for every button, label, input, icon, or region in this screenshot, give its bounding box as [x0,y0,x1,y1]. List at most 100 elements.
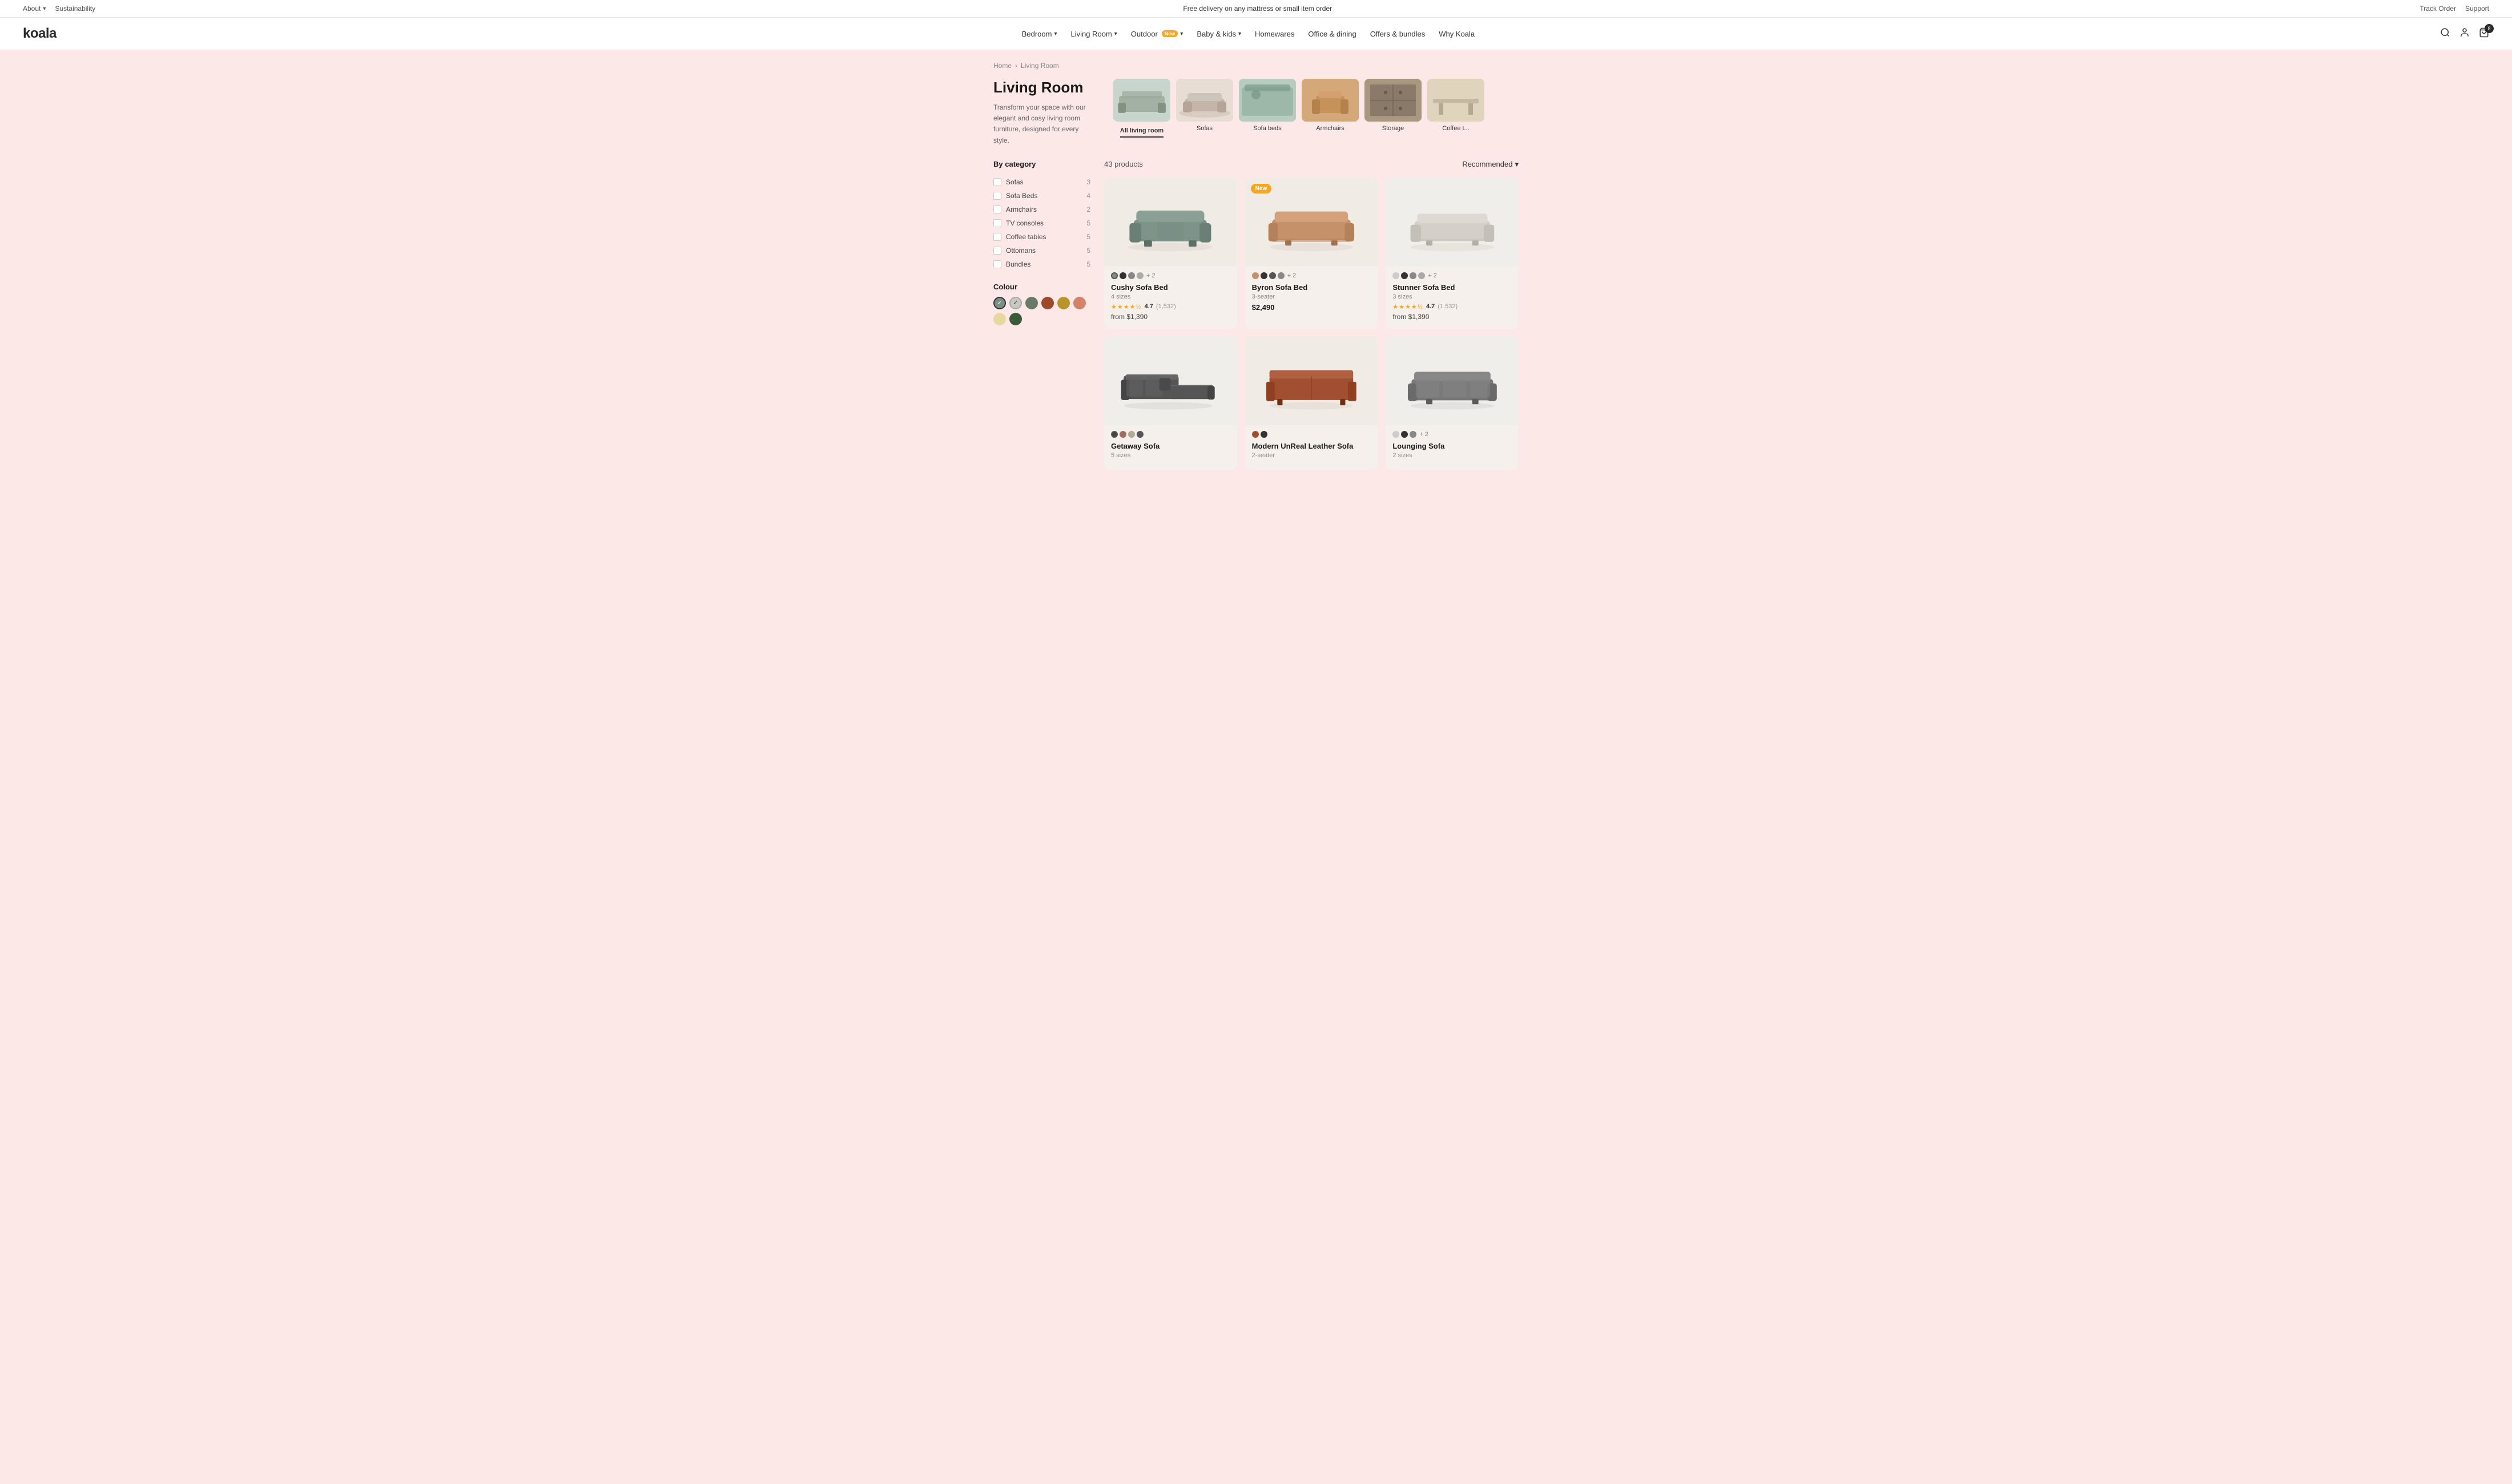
product-size-getaway: 5 sizes [1111,452,1230,459]
product-img-modern [1245,337,1378,425]
colour-swatch-4[interactable] [1057,297,1070,309]
filter-armchairs-label: Armchairs [1006,205,1037,213]
category-all-living-room[interactable]: All living room [1113,79,1170,146]
product-size-cushy: 4 sizes [1111,293,1230,300]
filter-coffee-tables-label: Coffee tables [1006,233,1046,241]
more-colours-byron: + 2 [1287,272,1297,279]
colour-swatches: ✓ ✓ [993,297,1090,325]
category-storage[interactable]: Storage [1364,79,1422,146]
colour-dot-s3 [1410,272,1416,279]
filter-armchairs-checkbox[interactable] [993,205,1001,213]
product-card-byron-sofa-bed[interactable]: New [1245,178,1378,329]
colour-swatch-5[interactable] [1073,297,1086,309]
new-badge-byron: New [1251,184,1272,193]
product-card-lounging-sofa[interactable]: + 2 Lounging Sofa 2 sizes [1386,337,1519,470]
sustainability-link[interactable]: Sustainability [55,5,95,13]
filter-coffee-tables-checkbox[interactable] [993,233,1001,241]
sidebar: By category Sofas 3 Sofa B [993,160,1090,470]
product-size-modern: 2-seater [1252,452,1371,459]
top-bar: About ▾ Sustainability Free delivery on … [0,0,2512,18]
filter-ottomans-count: 5 [1086,247,1090,255]
product-card-stunner-sofa-bed[interactable]: + 2 Stunner Sofa Bed 3 sizes ★★★★½ 4.7 (… [1386,178,1519,329]
product-colours-stunner: + 2 [1392,272,1512,279]
about-label: About [23,5,41,13]
nav-living-room[interactable]: Living Room ▾ [1071,30,1117,38]
filter-bundles[interactable]: Bundles 5 [993,257,1090,271]
products-count: 43 products [1104,160,1143,168]
stars-cushy: ★★★★½ [1111,303,1142,310]
colour-swatch-2[interactable] [1025,297,1038,309]
colour-swatch-3[interactable] [1041,297,1054,309]
nav-office-dining[interactable]: Office & dining [1308,30,1356,38]
more-colours-stunner: + 2 [1428,272,1437,279]
product-info-byron: + 2 Byron Sofa Bed 3-seater $2,490 [1245,267,1378,320]
nav-bedroom[interactable]: Bedroom ▾ [1022,30,1057,38]
nav-offers[interactable]: Offers & bundles [1370,30,1426,38]
category-images: All living room Sofas [1113,79,1519,146]
filter-armchairs[interactable]: Armchairs 2 [993,203,1090,216]
product-img-cushy [1104,178,1237,267]
colour-filter: Colour ✓ ✓ [993,283,1090,325]
cat-img-all [1113,79,1170,122]
product-info-cushy: + 2 Cushy Sofa Bed 4 sizes ★★★★½ 4.7 (1,… [1104,267,1237,329]
filter-ottomans-label: Ottomans [1006,247,1036,255]
product-info-getaway: Getaway Sofa 5 sizes [1104,425,1237,470]
product-colours-getaway [1111,431,1230,438]
filter-bundles-checkbox[interactable] [993,260,1001,268]
category-coffee-tables[interactable]: Coffee t... [1427,79,1484,146]
colour-dot-b4 [1278,272,1285,279]
products-area: 43 products Recommended ▾ [1104,160,1519,470]
account-icon[interactable] [2459,27,2470,41]
sustainability-label: Sustainability [55,5,95,13]
category-armchairs[interactable]: Armchairs [1302,79,1359,146]
cat-label-sofas: Sofas [1176,125,1233,134]
colour-swatch-1[interactable]: ✓ [1009,297,1022,309]
filter-sofas-count: 3 [1086,178,1090,186]
filter-tv-consoles-checkbox[interactable] [993,219,1001,227]
logo[interactable]: koala [23,26,57,42]
colour-dot-s2 [1401,272,1408,279]
product-card-getaway-sofa[interactable]: Getaway Sofa 5 sizes [1104,337,1237,470]
filter-sofa-beds[interactable]: Sofa Beds 4 [993,189,1090,203]
stars-stunner: ★★★★½ [1392,303,1423,310]
rating-count-cushy: (1,532) [1156,303,1176,310]
support-link[interactable]: Support [2465,5,2489,13]
track-order-link[interactable]: Track Order [2420,5,2456,13]
colour-swatch-7[interactable] [1009,313,1022,325]
breadcrumb-home[interactable]: Home [993,62,1012,70]
product-card-cushy-sofa-bed[interactable]: + 2 Cushy Sofa Bed 4 sizes ★★★★½ 4.7 (1,… [1104,178,1237,329]
cart-icon[interactable]: 8 [2479,27,2489,41]
about-link[interactable]: About ▾ [23,5,46,13]
product-img-lounging [1386,337,1519,425]
product-price-cushy: from $1,390 [1111,313,1230,321]
product-rating-cushy: ★★★★½ 4.7 (1,532) [1111,303,1230,310]
sort-dropdown[interactable]: Recommended ▾ [1462,160,1519,169]
colour-swatch-0[interactable]: ✓ [993,297,1006,309]
filter-ottomans-checkbox[interactable] [993,247,1001,255]
filter-bundles-count: 5 [1086,260,1090,268]
filter-coffee-tables[interactable]: Coffee tables 5 [993,230,1090,244]
filter-sofas-label: Sofas [1006,178,1024,186]
search-icon[interactable] [2440,27,2450,41]
nav-homewares[interactable]: Homewares [1255,30,1294,38]
rating-score-cushy: 4.7 [1145,303,1153,310]
filter-list: Sofas 3 Sofa Beds 4 [993,175,1090,271]
filter-ottomans[interactable]: Ottomans 5 [993,244,1090,257]
header-icons: 8 [2440,27,2489,41]
filter-sofas-checkbox[interactable] [993,178,1001,186]
category-sofas[interactable]: Sofas [1176,79,1233,146]
nav-baby-kids[interactable]: Baby & kids ▾ [1197,30,1241,38]
breadcrumb-current: Living Room [1021,62,1059,70]
cat-label-armchairs: Armchairs [1302,125,1359,134]
category-sofa-beds[interactable]: Sofa beds [1239,79,1296,146]
nav-outdoor[interactable]: Outdoor New ▾ [1131,30,1183,38]
colour-dot-l2 [1401,431,1408,438]
colour-swatch-6[interactable] [993,313,1006,325]
filter-sofas[interactable]: Sofas 3 [993,175,1090,189]
product-card-modern-leather[interactable]: Modern UnReal Leather Sofa 2-seater [1245,337,1378,470]
product-name-modern: Modern UnReal Leather Sofa [1252,442,1371,450]
colour-dot-b1 [1252,272,1259,279]
filter-sofa-beds-checkbox[interactable] [993,192,1001,200]
nav-why-koala[interactable]: Why Koala [1439,30,1475,38]
filter-tv-consoles[interactable]: TV consoles 5 [993,216,1090,230]
